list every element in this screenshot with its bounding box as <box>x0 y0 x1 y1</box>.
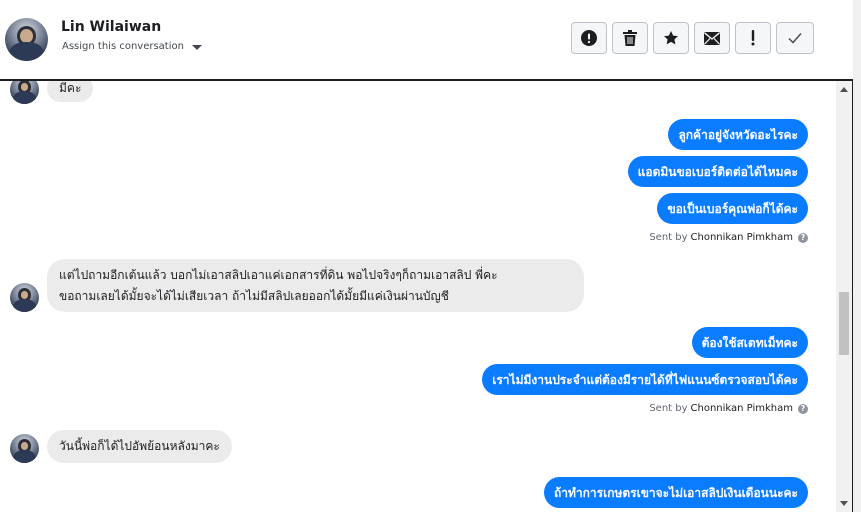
outgoing-message[interactable]: ขอเป็นเบอร์คุณพ่อก็ได้คะ <box>657 193 808 224</box>
flag-button[interactable] <box>735 22 771 54</box>
contact-name[interactable]: Lin Wilaiwan <box>61 19 161 35</box>
assign-conversation-dropdown[interactable]: Assign this conversation <box>62 41 202 52</box>
mark-unread-button[interactable] <box>694 22 730 54</box>
outgoing-message[interactable]: ต้องใช้สเตทเม็ทคะ <box>691 327 808 358</box>
scroll-up-arrow-icon[interactable] <box>840 87 848 92</box>
scroll-down-arrow-icon[interactable] <box>840 501 848 506</box>
scrollbar-thumb[interactable] <box>839 292 849 355</box>
contact-avatar-small <box>10 434 39 463</box>
message-line: แต่ไปถามอีกเต้นแล้ว บอกไม่เอาสลิปเอาแค่เ… <box>59 268 498 282</box>
trash-icon <box>623 30 637 46</box>
sent-by-prefix: Sent by <box>649 232 688 243</box>
incoming-message[interactable]: แต่ไปถามอีกเต้นแล้ว บอกไม่เอาสลิปเอาแค่เ… <box>47 259 584 312</box>
incoming-message[interactable]: มีคะ <box>47 81 94 102</box>
contact-avatar-small <box>10 81 39 104</box>
outgoing-message[interactable]: เราไม่มีงานประจำแต่ต้องมีรายได้ที่ไฟแนนซ… <box>482 364 808 395</box>
assign-label: Assign this conversation <box>62 41 184 52</box>
outgoing-message[interactable]: แอดมินขอเบอร์ติดต่อได้ไหมคะ <box>627 156 808 187</box>
sent-by-agent: Chonnikan Pimkham <box>690 232 793 243</box>
message-line: ขอถามเลยได้มั้ยจะได้ไม่เสียเวลา ถ้าไม่มี… <box>59 289 449 303</box>
page-edge <box>853 0 861 512</box>
help-icon[interactable]: ? <box>798 403 808 414</box>
conversation-actions <box>571 22 814 54</box>
help-icon[interactable]: ? <box>798 232 808 243</box>
chevron-down-icon <box>191 44 202 50</box>
star-button[interactable] <box>653 22 689 54</box>
sent-by-label: Sent by Chonnikan Pimkham ? <box>649 403 808 414</box>
spam-button[interactable] <box>571 22 607 54</box>
star-icon <box>664 31 678 45</box>
contact-avatar[interactable] <box>5 18 48 61</box>
mark-done-button[interactable] <box>776 22 814 54</box>
sent-by-agent: Chonnikan Pimkham <box>690 403 793 414</box>
scrollbar[interactable] <box>836 81 852 512</box>
checkmark-icon <box>788 33 802 44</box>
outgoing-message[interactable]: ลูกค้าอยู่จังหวัดอะไรคะ <box>668 119 808 150</box>
message-thread[interactable]: มีคะ ลูกค้าอยู่จังหวัดอะไรคะ แอดมินขอเบอ… <box>0 79 853 512</box>
sent-by-label: Sent by Chonnikan Pimkham ? <box>649 232 808 243</box>
envelope-icon <box>704 31 720 45</box>
contact-avatar-small <box>10 283 39 312</box>
conversation-header: Lin Wilaiwan Assign this conversation <box>0 0 861 80</box>
incoming-message[interactable]: วันนี้พ่อก็ได้ไปอัพย้อนหลังมาคะ <box>47 430 232 463</box>
exclamation-icon <box>751 30 755 46</box>
delete-button[interactable] <box>612 22 648 54</box>
outgoing-message[interactable]: ถ้าทำการเกษตรเขาจะไม่เอาสลิปเงินเดือนนะค… <box>543 477 808 508</box>
alert-circle-icon <box>581 30 597 46</box>
sent-by-prefix: Sent by <box>649 403 688 414</box>
